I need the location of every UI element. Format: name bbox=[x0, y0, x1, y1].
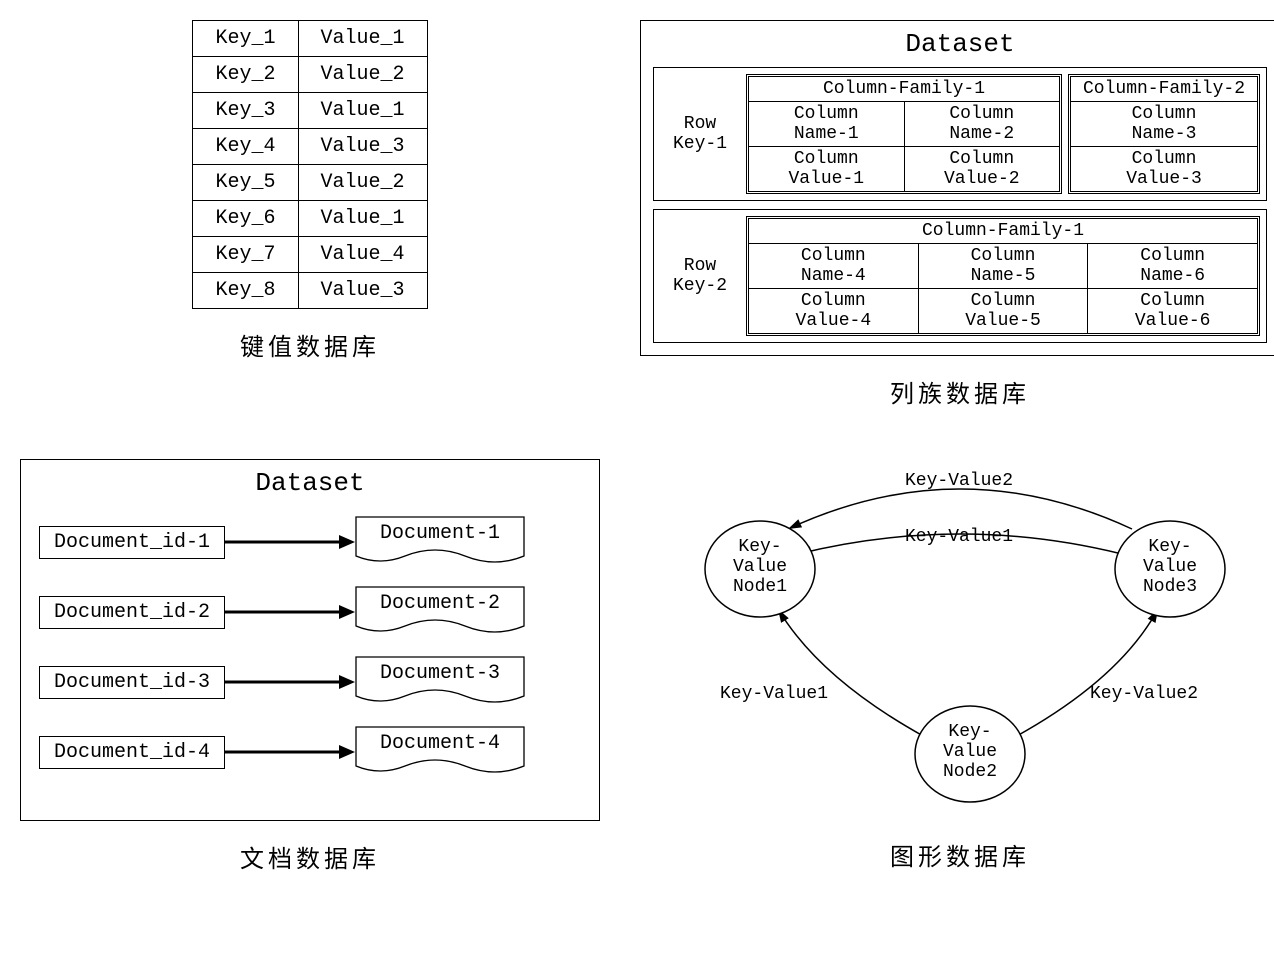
document-row: Document_id-1 Document-1 bbox=[39, 516, 581, 568]
table-row: Key_7Value_4 bbox=[193, 237, 427, 273]
table-row: Key_8Value_3 bbox=[193, 273, 427, 309]
columnfamily-row: Row Key-2 Column-Family-1 Column Name-4 … bbox=[653, 209, 1267, 343]
kv-key: Key_1 bbox=[193, 21, 298, 57]
graph-node-label: Key- Value Node1 bbox=[705, 537, 815, 597]
table-row: Key_1Value_1 bbox=[193, 21, 427, 57]
column-name: Column Name-5 bbox=[918, 244, 1088, 288]
keyvalue-caption: 键值数据库 bbox=[240, 327, 380, 362]
kv-key: Key_6 bbox=[193, 201, 298, 237]
document-row: Document_id-2 Document-2 bbox=[39, 586, 581, 638]
graph-edge-label: Key-Value1 bbox=[720, 684, 828, 704]
graph-quadrant: Key- Value Node1 Key- Value Node3 Key- V… bbox=[640, 459, 1274, 874]
graph-edge-label: Key-Value2 bbox=[1090, 684, 1198, 704]
column-value: Column Value-1 bbox=[749, 147, 904, 191]
document-label: Document-4 bbox=[355, 726, 525, 778]
graph-edge bbox=[778, 609, 925, 737]
column-family: Column-Family-1 Column Name-4 Column Nam… bbox=[746, 216, 1260, 336]
columnfamily-caption: 列族数据库 bbox=[890, 374, 1030, 409]
document-label: Document-1 bbox=[355, 516, 525, 568]
graph-node-label: Key- Value Node3 bbox=[1115, 537, 1225, 597]
kv-value: Value_3 bbox=[298, 273, 427, 309]
document-title: Dataset bbox=[39, 468, 581, 498]
columnfamily-row: Row Key-1 Column-Family-1 Column Name-1 … bbox=[653, 67, 1267, 201]
graph-caption: 图形数据库 bbox=[890, 837, 1030, 872]
column-name: Column Name-1 bbox=[749, 102, 904, 146]
document-dataset: Dataset Document_id-1 Document-1 Documen… bbox=[20, 459, 600, 821]
column-family-name: Column-Family-1 bbox=[749, 77, 1059, 101]
column-family: Column-Family-2 Column Name-3 Column Val… bbox=[1068, 74, 1260, 194]
arrow-icon bbox=[225, 671, 355, 693]
column-value: Column Value-2 bbox=[904, 147, 1060, 191]
document-label: Document-2 bbox=[355, 586, 525, 638]
kv-value: Value_3 bbox=[298, 129, 427, 165]
column-value: Column Value-4 bbox=[749, 289, 918, 333]
document-page: Document-2 bbox=[355, 586, 525, 638]
document-quadrant: Dataset Document_id-1 Document-1 Documen… bbox=[20, 459, 600, 874]
column-value: Column Value-5 bbox=[918, 289, 1088, 333]
graph-edge-label: Key-Value2 bbox=[905, 471, 1013, 491]
kv-value: Value_2 bbox=[298, 57, 427, 93]
table-row: Key_4Value_3 bbox=[193, 129, 427, 165]
arrow-icon bbox=[225, 531, 355, 553]
document-page: Document-3 bbox=[355, 656, 525, 708]
table-row: Key_6Value_1 bbox=[193, 201, 427, 237]
arrow-icon bbox=[225, 741, 355, 763]
kv-key: Key_5 bbox=[193, 165, 298, 201]
document-id: Document_id-4 bbox=[39, 736, 225, 769]
document-page: Document-1 bbox=[355, 516, 525, 568]
column-value: Column Value-6 bbox=[1087, 289, 1257, 333]
row-key: Row Key-1 bbox=[660, 74, 740, 194]
column-family-name: Column-Family-1 bbox=[749, 219, 1257, 243]
keyvalue-quadrant: Key_1Value_1 Key_2Value_2 Key_3Value_1 K… bbox=[20, 20, 600, 409]
table-row: Key_2Value_2 bbox=[193, 57, 427, 93]
document-page: Document-4 bbox=[355, 726, 525, 778]
column-name: Column Name-3 bbox=[1071, 102, 1257, 146]
row-key: Row Key-2 bbox=[660, 216, 740, 336]
arrow-icon bbox=[225, 601, 355, 623]
document-id: Document_id-3 bbox=[39, 666, 225, 699]
column-name: Column Name-2 bbox=[904, 102, 1060, 146]
column-family-name: Column-Family-2 bbox=[1071, 77, 1257, 101]
column-family: Column-Family-1 Column Name-1 Column Nam… bbox=[746, 74, 1062, 194]
kv-value: Value_1 bbox=[298, 201, 427, 237]
column-name: Column Name-4 bbox=[749, 244, 918, 288]
column-name: Column Name-6 bbox=[1087, 244, 1257, 288]
kv-value: Value_4 bbox=[298, 237, 427, 273]
document-row: Document_id-3 Document-3 bbox=[39, 656, 581, 708]
kv-key: Key_2 bbox=[193, 57, 298, 93]
keyvalue-table: Key_1Value_1 Key_2Value_2 Key_3Value_1 K… bbox=[192, 20, 427, 309]
kv-value: Value_1 bbox=[298, 21, 427, 57]
document-label: Document-3 bbox=[355, 656, 525, 708]
graph-edge-label: Key-Value1 bbox=[905, 527, 1013, 547]
columnfamily-dataset: Dataset Row Key-1 Column-Family-1 Column… bbox=[640, 20, 1274, 356]
column-value: Column Value-3 bbox=[1071, 147, 1257, 191]
document-caption: 文档数据库 bbox=[240, 839, 380, 874]
kv-value: Value_2 bbox=[298, 165, 427, 201]
graph-node-label: Key- Value Node2 bbox=[915, 722, 1025, 782]
kv-key: Key_7 bbox=[193, 237, 298, 273]
kv-key: Key_4 bbox=[193, 129, 298, 165]
table-row: Key_3Value_1 bbox=[193, 93, 427, 129]
table-row: Key_5Value_2 bbox=[193, 165, 427, 201]
document-id: Document_id-1 bbox=[39, 526, 225, 559]
columnfamily-title: Dataset bbox=[653, 29, 1267, 59]
document-id: Document_id-2 bbox=[39, 596, 225, 629]
graph-canvas: Key- Value Node1 Key- Value Node3 Key- V… bbox=[660, 459, 1260, 819]
kv-key: Key_8 bbox=[193, 273, 298, 309]
graph-edge bbox=[788, 489, 1132, 529]
kv-key: Key_3 bbox=[193, 93, 298, 129]
document-row: Document_id-4 Document-4 bbox=[39, 726, 581, 778]
kv-value: Value_1 bbox=[298, 93, 427, 129]
graph-edge bbox=[1015, 609, 1158, 737]
columnfamily-quadrant: Dataset Row Key-1 Column-Family-1 Column… bbox=[640, 20, 1274, 409]
